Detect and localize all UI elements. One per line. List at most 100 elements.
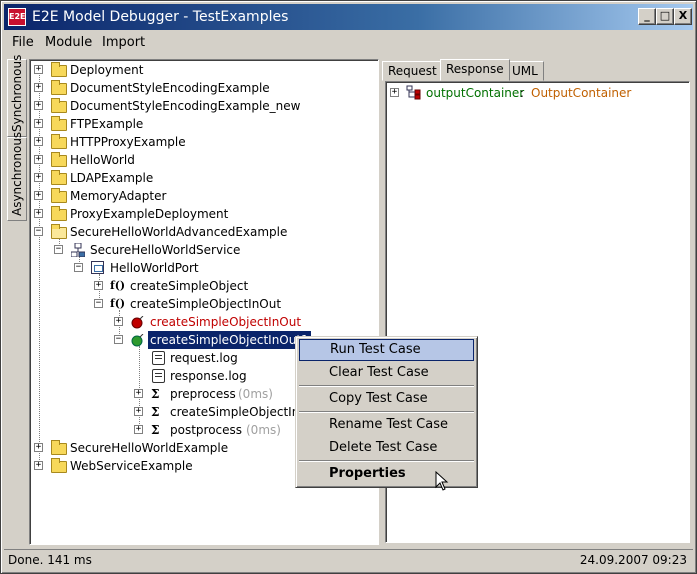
duration-label: (0ms) — [238, 387, 273, 401]
tree-node-label: FTPExample — [70, 117, 144, 131]
folder-icon — [51, 62, 67, 77]
expand-icon[interactable]: + — [34, 443, 43, 452]
tree-node-label: DocumentStyleEncodingExample — [70, 81, 270, 95]
tree-node-label: createSimpleObjectInOut — [150, 315, 302, 329]
collapse-icon[interactable]: − — [74, 263, 83, 272]
passed-test-icon — [131, 334, 144, 347]
expand-icon[interactable]: + — [34, 461, 43, 470]
maximize-button[interactable]: □ — [656, 8, 674, 25]
response-node-name: outputContainer — [426, 86, 525, 100]
folder-icon — [51, 206, 67, 221]
detail-tabs: Request Response UML — [382, 59, 692, 81]
tree-node-label: createSimpleObjectInOut — [130, 297, 282, 311]
tree-node-label: request.log — [170, 351, 238, 365]
expand-icon[interactable]: + — [34, 101, 43, 110]
menu-module[interactable]: Module — [45, 35, 92, 50]
tree-guide — [39, 70, 40, 466]
open-folder-icon — [51, 224, 67, 239]
expand-icon[interactable]: + — [34, 191, 43, 200]
mouse-cursor-icon — [435, 471, 449, 491]
tree-node-label: HTTPProxyExample — [70, 135, 186, 149]
folder-icon — [51, 188, 67, 203]
function-icon: f() — [110, 279, 126, 292]
context-menu: Run Test Case Clear Test Case Copy Test … — [295, 336, 478, 488]
process-icon: Σ — [151, 423, 160, 437]
tab-synchronous[interactable]: Synchronous — [7, 55, 27, 137]
process-icon: Σ — [151, 387, 160, 401]
expand-icon[interactable]: + — [34, 173, 43, 182]
status-bar: Done. 141 ms 24.09.2007 09:23 — [4, 549, 693, 570]
status-message: Done. 141 ms — [8, 553, 92, 567]
tab-response[interactable]: Response — [440, 59, 510, 81]
tree-node-label: SecureHelloWorldExample — [70, 441, 229, 455]
expand-icon[interactable]: + — [390, 88, 399, 97]
port-icon — [91, 261, 104, 274]
tree-node-label: Deployment — [70, 63, 144, 77]
duration-label: (0ms) — [246, 423, 281, 437]
expand-icon[interactable]: + — [94, 281, 103, 290]
side-tab-strip: Synchronous Asynchronous — [5, 55, 27, 545]
tree-node-label: createSimpleObject — [130, 279, 249, 293]
tree-node-label: SecureHelloWorldAdvancedExample — [70, 225, 288, 239]
expand-icon[interactable]: + — [34, 119, 43, 128]
tree-node-label: SecureHelloWorldService — [90, 243, 241, 257]
folder-icon — [51, 170, 67, 185]
window-title: E2E Model Debugger - TestExamples — [32, 9, 289, 25]
title-bar[interactable]: E2E E2E Model Debugger - TestExamples _ … — [4, 4, 693, 30]
status-timestamp: 24.09.2007 09:23 — [579, 553, 687, 567]
menu-separator — [299, 460, 474, 462]
expand-icon[interactable]: + — [134, 407, 143, 416]
tree-node-label: DocumentStyleEncodingExample_new — [70, 99, 301, 113]
expand-icon[interactable]: + — [34, 65, 43, 74]
menu-separator — [299, 385, 474, 387]
tree-node-label: createSimpleObjectInOut1 — [147, 330, 312, 350]
tab-uml[interactable]: UML — [506, 61, 544, 81]
expand-icon[interactable]: + — [34, 209, 43, 218]
folder-icon — [51, 98, 67, 113]
tab-synchronous-label: Synchronous — [10, 54, 24, 132]
tree-node-label: MemoryAdapter — [70, 189, 167, 203]
expand-icon[interactable]: + — [34, 137, 43, 146]
tab-request[interactable]: Request — [382, 61, 443, 81]
menu-import[interactable]: Import — [102, 35, 145, 50]
tree-node-label: WebServiceExample — [70, 459, 193, 473]
tab-asynchronous-label: Asynchronous — [10, 131, 24, 216]
expand-icon[interactable]: + — [34, 155, 43, 164]
collapse-icon[interactable]: − — [54, 245, 63, 254]
tree-node-label: HelloWorldPort — [110, 261, 199, 275]
folder-icon — [51, 440, 67, 455]
response-node-separator: : — [516, 86, 528, 100]
expand-icon[interactable]: + — [134, 425, 143, 434]
process-icon: Σ — [151, 405, 160, 419]
expand-icon[interactable]: + — [34, 83, 43, 92]
tree-node-label: HelloWorld — [70, 153, 135, 167]
menu-item-rename-test-case[interactable]: Rename Test Case — [299, 414, 474, 436]
response-node-type: OutputContainer — [531, 86, 632, 100]
collapse-icon[interactable]: − — [114, 335, 123, 344]
tree-node-label: ProxyExampleDeployment — [70, 207, 229, 221]
tree-node-label: postprocess — [170, 423, 243, 437]
menu-item-delete-test-case[interactable]: Delete Test Case — [299, 437, 474, 459]
menu-item-run-test-case[interactable]: Run Test Case — [299, 339, 474, 361]
folder-icon — [51, 458, 67, 473]
expand-icon[interactable]: + — [114, 317, 123, 326]
log-file-icon — [152, 351, 165, 365]
tree-node-label: preprocess — [170, 387, 236, 401]
menu-separator — [299, 411, 474, 413]
folder-icon — [51, 116, 67, 131]
menu-file[interactable]: File — [12, 35, 34, 50]
function-icon: f() — [110, 297, 126, 310]
menu-item-copy-test-case[interactable]: Copy Test Case — [299, 388, 474, 410]
collapse-icon[interactable]: − — [94, 299, 103, 308]
tab-asynchronous[interactable]: Asynchronous — [7, 132, 27, 221]
collapse-icon[interactable]: − — [34, 227, 43, 236]
tree-node-label: response.log — [170, 369, 247, 383]
tree-node-label: LDAPExample — [70, 171, 154, 185]
menu-item-clear-test-case[interactable]: Clear Test Case — [299, 362, 474, 384]
close-button[interactable]: X — [674, 8, 692, 25]
app-logo-icon: E2E — [8, 8, 26, 26]
minimize-button[interactable]: _ — [638, 8, 656, 25]
service-icon — [71, 243, 85, 257]
expand-icon[interactable]: + — [134, 389, 143, 398]
folder-icon — [51, 134, 67, 149]
